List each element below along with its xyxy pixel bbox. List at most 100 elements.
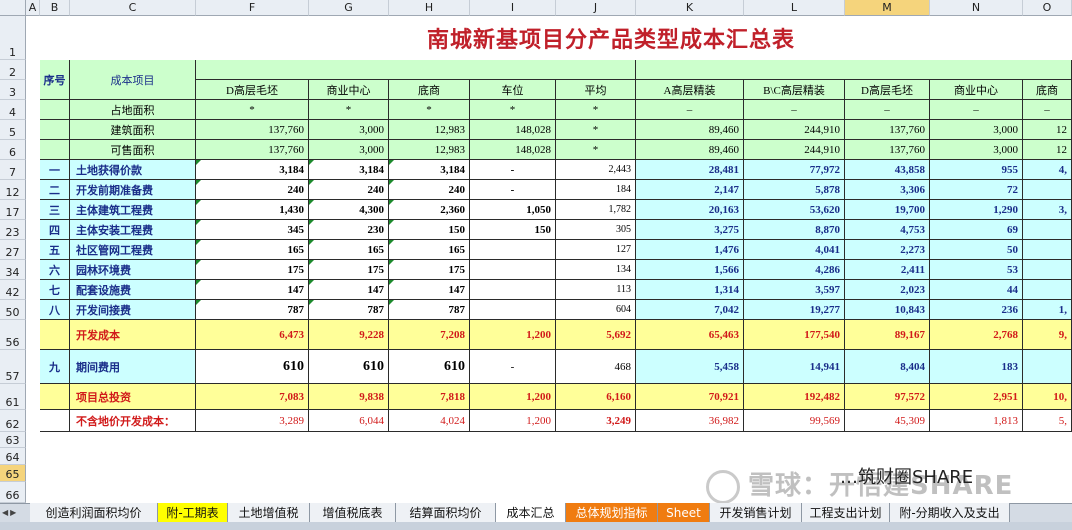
- cost-value[interactable]: 72: [930, 180, 1023, 200]
- dev-cost-value[interactable]: 7,208: [389, 320, 470, 350]
- area-value[interactable]: 137,760: [845, 140, 930, 160]
- cost-row-no[interactable]: 三: [40, 200, 70, 220]
- cost-value[interactable]: 4,: [1023, 160, 1072, 180]
- header-g1-3[interactable]: 车位: [470, 80, 556, 100]
- area-value[interactable]: 137,760: [196, 140, 309, 160]
- cost-value[interactable]: [470, 240, 556, 260]
- period-cost-value[interactable]: -: [470, 350, 556, 384]
- cost-value[interactable]: 50: [930, 240, 1023, 260]
- cost-row-no[interactable]: 七: [40, 280, 70, 300]
- sheet-tab[interactable]: 创造利润面积均价: [30, 503, 158, 522]
- header-group1-band[interactable]: [196, 60, 636, 80]
- column-header-b[interactable]: B: [40, 0, 70, 16]
- area-value[interactable]: –: [744, 100, 845, 120]
- cost-value[interactable]: 20,163: [636, 200, 744, 220]
- area-value[interactable]: *: [556, 140, 636, 160]
- period-cost-value[interactable]: 610: [389, 350, 470, 384]
- area-value[interactable]: –: [636, 100, 744, 120]
- cost-value[interactable]: 175: [196, 260, 309, 280]
- column-header-j[interactable]: J: [556, 0, 636, 16]
- area-row-no-0[interactable]: [40, 100, 70, 120]
- dev-cost-value[interactable]: 1,200: [470, 320, 556, 350]
- cost-row-no[interactable]: 六: [40, 260, 70, 280]
- area-value[interactable]: –: [1023, 100, 1072, 120]
- period-cost-label[interactable]: 期间费用: [70, 350, 196, 384]
- row-header-27[interactable]: 27: [0, 240, 26, 260]
- area-value[interactable]: 12,983: [389, 120, 470, 140]
- total-value[interactable]: 7,083: [196, 384, 309, 410]
- cost-row-no[interactable]: 八: [40, 300, 70, 320]
- area-value[interactable]: *: [556, 120, 636, 140]
- header-g1-2[interactable]: 底商: [389, 80, 470, 100]
- sheet-tab[interactable]: 增值税底表: [310, 503, 396, 522]
- cost-value[interactable]: 175: [309, 260, 389, 280]
- total-value[interactable]: 1,200: [470, 384, 556, 410]
- area-value[interactable]: 12: [1023, 120, 1072, 140]
- area-value[interactable]: 12: [1023, 140, 1072, 160]
- cost-value[interactable]: [1023, 280, 1072, 300]
- excl-value[interactable]: 1,813: [930, 410, 1023, 432]
- excl-value[interactable]: 5,: [1023, 410, 1072, 432]
- cost-row-label[interactable]: 主体安装工程费: [70, 220, 196, 240]
- area-value[interactable]: 148,028: [470, 120, 556, 140]
- period-cost-value[interactable]: 610: [196, 350, 309, 384]
- cost-value[interactable]: 184: [556, 180, 636, 200]
- cost-value[interactable]: 787: [389, 300, 470, 320]
- row-header-64[interactable]: 64: [0, 448, 26, 465]
- cost-value[interactable]: 787: [196, 300, 309, 320]
- excl-value[interactable]: 1,200: [470, 410, 556, 432]
- cost-value[interactable]: 113: [556, 280, 636, 300]
- column-header-c[interactable]: C: [70, 0, 196, 16]
- sheet-tab[interactable]: 土地增值税: [228, 503, 310, 522]
- cost-row-no[interactable]: 二: [40, 180, 70, 200]
- cost-value[interactable]: 44: [930, 280, 1023, 300]
- period-cost-value[interactable]: 14,941: [744, 350, 845, 384]
- cost-value[interactable]: [470, 280, 556, 300]
- cost-value[interactable]: 236: [930, 300, 1023, 320]
- cost-value[interactable]: 3,184: [196, 160, 309, 180]
- row-header-50[interactable]: 50: [0, 300, 26, 320]
- cost-row-no[interactable]: 四: [40, 220, 70, 240]
- cost-row-label[interactable]: 土地获得价款: [70, 160, 196, 180]
- area-row-no-2[interactable]: [40, 140, 70, 160]
- cost-value[interactable]: 1,314: [636, 280, 744, 300]
- cost-value[interactable]: 53: [930, 260, 1023, 280]
- area-row-label[interactable]: 建筑面积: [70, 120, 196, 140]
- row-header-6[interactable]: 6: [0, 140, 26, 160]
- area-value[interactable]: *: [196, 100, 309, 120]
- header-item[interactable]: 成本项目: [70, 60, 196, 100]
- cost-value[interactable]: 7,042: [636, 300, 744, 320]
- cost-value[interactable]: 5,878: [744, 180, 845, 200]
- tab-scroll-buttons[interactable]: ◀ ▶: [0, 503, 28, 522]
- row-header-34[interactable]: 34: [0, 260, 26, 280]
- cost-value[interactable]: 1,: [1023, 300, 1072, 320]
- total-label[interactable]: 项目总投资: [70, 384, 196, 410]
- cost-value[interactable]: 2,023: [845, 280, 930, 300]
- cost-value[interactable]: 165: [196, 240, 309, 260]
- period-cost-no[interactable]: 九: [40, 350, 70, 384]
- total-value[interactable]: 9,838: [309, 384, 389, 410]
- period-cost-value[interactable]: [1023, 350, 1072, 384]
- cost-value[interactable]: 8,870: [744, 220, 845, 240]
- cost-value[interactable]: 4,286: [744, 260, 845, 280]
- dev-cost-value[interactable]: 89,167: [845, 320, 930, 350]
- cost-value[interactable]: 53,620: [744, 200, 845, 220]
- area-value[interactable]: –: [845, 100, 930, 120]
- area-value[interactable]: *: [470, 100, 556, 120]
- cost-value[interactable]: 4,041: [744, 240, 845, 260]
- column-header-n[interactable]: N: [930, 0, 1023, 16]
- cost-value[interactable]: 240: [309, 180, 389, 200]
- cost-value[interactable]: 345: [196, 220, 309, 240]
- dev-cost-value[interactable]: 9,: [1023, 320, 1072, 350]
- cost-value[interactable]: 175: [389, 260, 470, 280]
- cost-value[interactable]: 77,972: [744, 160, 845, 180]
- cost-value[interactable]: 240: [196, 180, 309, 200]
- dev-cost-value[interactable]: 2,768: [930, 320, 1023, 350]
- dev-cost-value[interactable]: 177,540: [744, 320, 845, 350]
- cost-value[interactable]: 10,843: [845, 300, 930, 320]
- header-group2-band[interactable]: [636, 60, 1072, 80]
- area-value[interactable]: 3,000: [930, 120, 1023, 140]
- row-header-7[interactable]: 7: [0, 160, 26, 180]
- header-g1-1[interactable]: 商业中心: [309, 80, 389, 100]
- header-g2-2[interactable]: D高层毛坯: [845, 80, 930, 100]
